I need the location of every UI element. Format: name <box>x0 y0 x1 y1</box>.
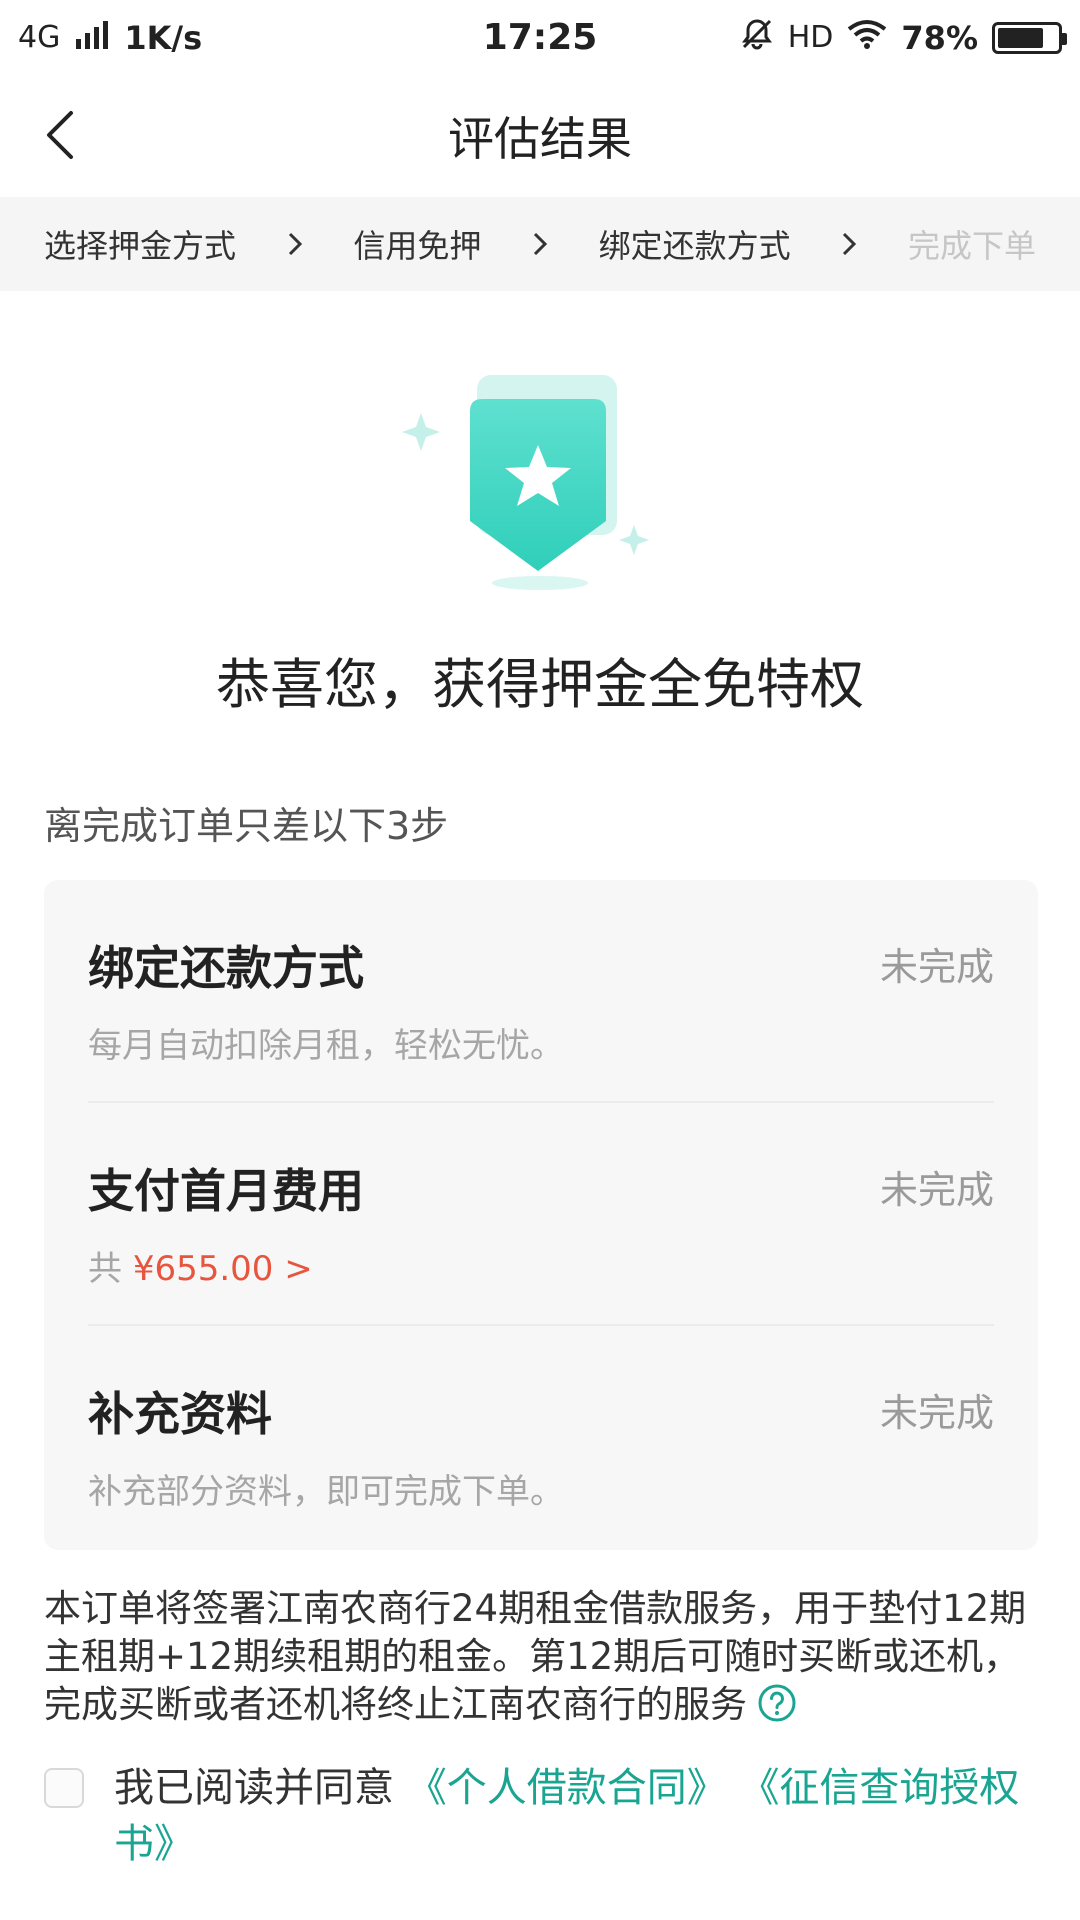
step-credit-free: 信用免押 <box>353 227 482 265</box>
task-title: 绑定还款方式 <box>88 941 364 995</box>
price-link[interactable]: ¥655.00 > <box>133 1249 313 1289</box>
step-complete-order: 完成下单 <box>907 227 1036 265</box>
hd-label: HD <box>787 20 834 55</box>
battery-icon <box>992 21 1067 54</box>
step-choose-deposit: 选择押金方式 <box>44 227 237 265</box>
chevron-right-icon <box>835 231 864 257</box>
mute-bell-icon <box>740 17 774 59</box>
task-desc: 共 ¥655.00 > <box>88 1241 313 1290</box>
agree-checkbox[interactable] <box>44 1768 84 1808</box>
task-status: 未完成 <box>879 1168 994 1212</box>
task-status: 未完成 <box>879 1391 994 1435</box>
task-title: 支付首月费用 <box>88 1164 364 1218</box>
status-left: 4G 1K/s <box>18 19 202 57</box>
task-status: 未完成 <box>879 945 994 989</box>
chevron-left-icon <box>47 111 73 159</box>
chevron-right-icon <box>280 231 309 257</box>
battery-percent: 78% <box>901 18 978 57</box>
star-badge-icon <box>402 375 649 590</box>
task-desc: 补充部分资料，即可完成下单。 <box>88 1472 564 1512</box>
question-circle-icon[interactable] <box>757 1683 797 1735</box>
task-supplement-info[interactable]: 补充资料 未完成 补充部分资料，即可完成下单。 <box>88 1326 994 1549</box>
price-prefix: 共 <box>88 1249 122 1289</box>
notice-text: 本订单将签署江南农商行24期租金借款服务，用于垫付12期主租期+12期续租期的租… <box>44 1587 1027 1726</box>
network-type: 4G <box>18 20 61 55</box>
chevron-right-icon <box>525 231 554 257</box>
task-pay-first-month[interactable]: 支付首月费用 未完成 共 ¥655.00 > <box>88 1103 994 1326</box>
remaining-steps-text: 离完成订单只差以下3步 <box>44 804 449 848</box>
status-bar: 4G 1K/s 17:25 HD 78% <box>0 0 1080 75</box>
agreement-row: 我已阅读并同意 《个人借款合同》 《征信查询授权书》 <box>44 1760 1044 1872</box>
wifi-icon <box>847 19 887 57</box>
success-title: 恭喜您，获得押金全免特权 <box>216 653 864 716</box>
service-notice: 本订单将签署江南农商行24期租金借款服务，用于垫付12期主租期+12期续租期的租… <box>44 1585 1044 1735</box>
back-button[interactable] <box>30 105 90 165</box>
loan-contract-link[interactable]: 《个人借款合同》 <box>407 1765 727 1811</box>
task-bind-repayment[interactable]: 绑定还款方式 未完成 每月自动扣除月租，轻松无忧。 <box>88 880 994 1103</box>
signal-icon <box>74 19 110 57</box>
nav-bar: 评估结果 <box>0 75 1080 197</box>
battery-level <box>998 27 1044 48</box>
evaluation-result-screen: 4G 1K/s 17:25 HD 78% 评估结果 选择押金方式 信用免押 绑定… <box>0 0 1080 1920</box>
step-bind-repayment: 绑定还款方式 <box>598 227 791 265</box>
agreement-text: 我已阅读并同意 《个人借款合同》 《征信查询授权书》 <box>114 1760 1044 1872</box>
step-progress: 选择押金方式 信用免押 绑定还款方式 完成下单 <box>0 197 1080 291</box>
agreement-prefix: 我已阅读并同意 <box>114 1765 394 1811</box>
task-title: 补充资料 <box>88 1387 272 1441</box>
status-right: HD 78% <box>740 17 1067 59</box>
network-speed: 1K/s <box>124 18 203 57</box>
task-card: 绑定还款方式 未完成 每月自动扣除月租，轻松无忧。 支付首月费用 未完成 共 ¥… <box>44 880 1038 1550</box>
task-desc: 每月自动扣除月租，轻松无忧。 <box>88 1026 564 1066</box>
page-title: 评估结果 <box>448 112 632 166</box>
